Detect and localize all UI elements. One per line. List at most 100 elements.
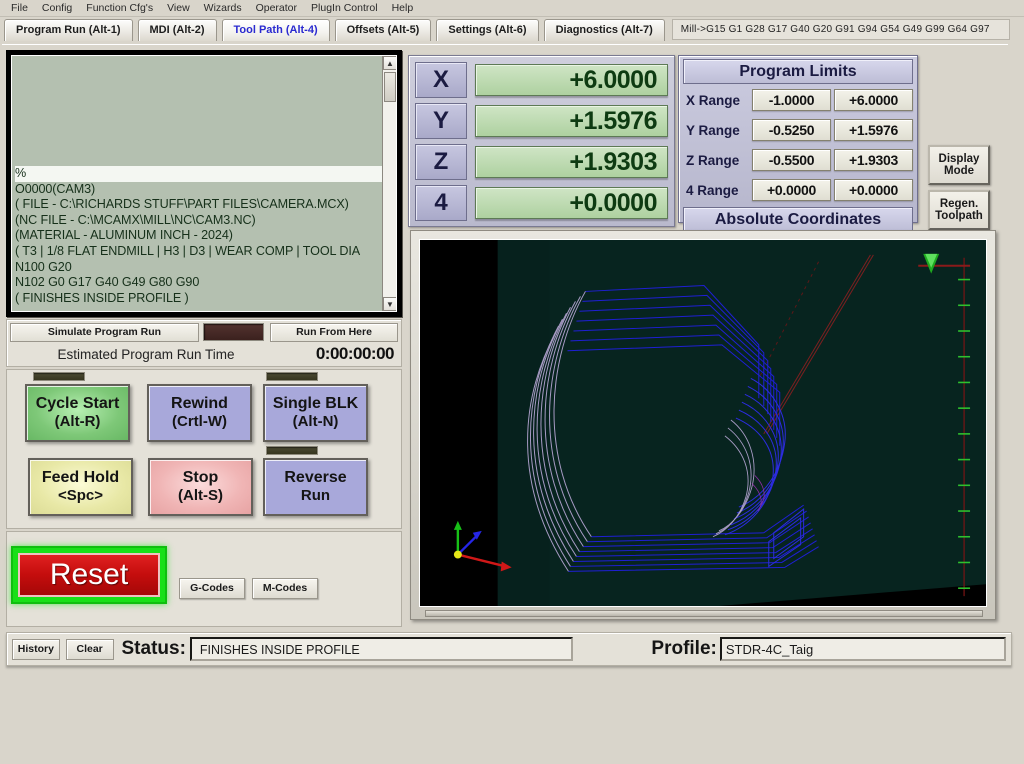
program-limits-panel: Program Limits X Range -1.0000 +6.0000 Y… — [678, 55, 918, 232]
cycle-start-button[interactable]: Cycle Start (Alt-R) — [25, 384, 130, 442]
tab-tool-path[interactable]: Tool Path (Alt-4) — [221, 19, 330, 41]
display-mode-button[interactable]: Display Mode — [928, 145, 990, 185]
menu-item-wizards[interactable]: Wizards — [197, 0, 249, 16]
simulate-runtime-panel: Simulate Program Run Run From Here Estim… — [6, 319, 402, 367]
single-blk-shortcut: (Alt-N) — [292, 413, 339, 430]
gcode-modal-status-line: Mill->G15 G1 G28 G17 G40 G20 G91 G94 G54… — [671, 19, 1010, 40]
single-blk-label: Single BLK — [272, 395, 359, 412]
dro-value-4[interactable]: +0.0000 — [475, 186, 668, 219]
limits-max-4[interactable]: +0.0000 — [834, 179, 913, 201]
feed-hold-label: Feed Hold — [41, 469, 120, 486]
limits-min-z[interactable]: -0.5500 — [752, 149, 831, 171]
gcode-line[interactable]: O0000(CAM3) — [15, 182, 382, 198]
limits-label-z: Z Range — [686, 152, 740, 168]
tab-settings[interactable]: Settings (Alt-6) — [436, 19, 539, 41]
scroll-up-arrow-icon[interactable]: ▲ — [383, 56, 396, 70]
regen-toolpath-button[interactable]: Regen. Toolpath — [928, 190, 990, 230]
feed-hold-button[interactable]: Feed Hold <Spc> — [28, 458, 133, 516]
limits-label-4: 4 Range — [686, 182, 739, 198]
tab-mdi[interactable]: MDI (Alt-2) — [137, 19, 217, 41]
limits-row-y: Y Range -0.5250 +1.5976 — [683, 116, 913, 144]
stop-shortcut: (Alt-S) — [178, 487, 223, 504]
run-from-here-led — [202, 323, 265, 341]
dro-axis-label-x: X — [415, 61, 467, 98]
gcode-line[interactable]: ( T3 | 1/8 FLAT ENDMILL | H3 | D3 | WEAR… — [15, 244, 382, 260]
gcode-display-inner: % O0000(CAM3) ( FILE - C:\RICHARDS STUFF… — [11, 55, 397, 312]
gcode-line[interactable]: N100 G20 — [15, 260, 382, 276]
dro-axis-label-z: Z — [415, 143, 467, 180]
feed-hold-shortcut: <Spc> — [57, 487, 104, 504]
profile-label: Profile: — [651, 638, 717, 659]
limits-max-z[interactable]: +1.9303 — [834, 149, 913, 171]
m-codes-button[interactable]: M-Codes — [252, 578, 318, 599]
clear-button[interactable]: Clear — [65, 638, 114, 660]
tab-bar: Program Run (Alt-1) MDI (Alt-2) Tool Pat… — [0, 19, 1024, 45]
gcode-line[interactable]: (NC FILE - C:\MCAMX\MILL\NC\CAM3.NC) — [15, 213, 382, 229]
rewind-button[interactable]: Rewind (Crtl-W) — [147, 384, 252, 442]
history-button[interactable]: History — [12, 638, 60, 660]
limits-label-x: X Range — [686, 92, 741, 108]
scrollbar-thumb[interactable] — [384, 72, 396, 102]
menu-item-operator[interactable]: Operator — [249, 0, 304, 16]
reverse-run-button[interactable]: Reverse Run — [263, 458, 368, 516]
absolute-coordinates-button[interactable]: Absolute Coordinates — [683, 207, 913, 232]
gcode-vertical-scrollbar[interactable]: ▲ ▼ — [382, 56, 396, 311]
gcode-line[interactable]: N102 G0 G17 G40 G49 G80 G90 — [15, 275, 382, 291]
tab-program-run[interactable]: Program Run (Alt-1) — [4, 19, 133, 41]
menu-item-help[interactable]: Help — [385, 0, 421, 16]
gcode-line[interactable]: ( FINISHES INSIDE PROFILE ) — [15, 291, 382, 307]
toolpath-viewport[interactable] — [419, 239, 987, 607]
limits-max-x[interactable]: +6.0000 — [834, 89, 913, 111]
estimated-run-time-label: Estimated Program Run Time — [57, 346, 235, 362]
estimated-run-time-value: 0:00:00:00 — [315, 344, 395, 363]
cycle-start-label: Cycle Start — [35, 395, 120, 412]
limits-max-y[interactable]: +1.5976 — [834, 119, 913, 141]
reverse-run-label-2: Run — [300, 487, 331, 504]
toolpath-display-frame — [410, 230, 996, 620]
dro-row-x: X +6.0000 — [415, 60, 668, 99]
reset-panel: Reset G-Codes M-Codes — [6, 531, 402, 627]
toolpath-canvas[interactable] — [420, 240, 986, 606]
scroll-down-arrow-icon[interactable]: ▼ — [383, 297, 396, 311]
limits-min-x[interactable]: -1.0000 — [752, 89, 831, 111]
menu-item-config[interactable]: Config — [35, 0, 79, 16]
menu-item-file[interactable]: File — [4, 0, 35, 16]
limits-row-x: X Range -1.0000 +6.0000 — [683, 86, 913, 114]
simulate-program-run-button[interactable]: Simulate Program Run — [10, 322, 199, 342]
stop-label: Stop — [182, 469, 219, 486]
gcode-line-list[interactable]: % O0000(CAM3) ( FILE - C:\RICHARDS STUFF… — [12, 166, 382, 311]
gcode-line[interactable]: (MATERIAL - ALUMINUM INCH - 2024) — [15, 228, 382, 244]
dro-row-a: 4 +0.0000 — [415, 183, 668, 222]
menu-item-function-cfgs[interactable]: Function Cfg's — [79, 0, 160, 16]
menu-bar: File Config Function Cfg's View Wizards … — [0, 0, 1024, 17]
limits-row-4: 4 Range +0.0000 +0.0000 — [683, 176, 913, 204]
single-blk-button[interactable]: Single BLK (Alt-N) — [263, 384, 368, 442]
gcode-display-panel: % O0000(CAM3) ( FILE - C:\RICHARDS STUFF… — [6, 50, 402, 317]
tab-diagnostics[interactable]: Diagnostics (Alt-7) — [543, 19, 665, 41]
menu-item-view[interactable]: View — [160, 0, 197, 16]
dro-axis-label-y: Y — [415, 102, 467, 139]
gcode-line[interactable]: % — [15, 166, 382, 182]
g-codes-button[interactable]: G-Codes — [179, 578, 245, 599]
reverse-run-label: Reverse — [284, 469, 347, 486]
dro-row-z: Z +1.9303 — [415, 142, 668, 181]
dro-value-y[interactable]: +1.5976 — [475, 104, 668, 137]
mach3-window: File Config Function Cfg's View Wizards … — [0, 0, 1024, 764]
limits-min-4[interactable]: +0.0000 — [752, 179, 831, 201]
run-from-here-button[interactable]: Run From Here — [270, 322, 398, 342]
runtime-row: Estimated Program Run Time 0:00:00:00 — [7, 342, 401, 366]
dro-value-z[interactable]: +1.9303 — [475, 145, 668, 178]
gcode-line[interactable]: ( FILE - C:\RICHARDS STUFF\PART FILES\CA… — [15, 197, 382, 213]
program-limits-title: Program Limits — [683, 59, 913, 84]
reset-button[interactable]: Reset — [18, 553, 160, 597]
toolpath-bottom-handle[interactable] — [425, 610, 983, 617]
cycle-start-shortcut: (Alt-R) — [54, 413, 101, 430]
tab-offsets[interactable]: Offsets (Alt-5) — [334, 19, 432, 41]
limits-min-y[interactable]: -0.5250 — [752, 119, 831, 141]
stop-button[interactable]: Stop (Alt-S) — [148, 458, 253, 516]
dro-value-x[interactable]: +6.0000 — [475, 63, 668, 96]
menu-item-plugin-control[interactable]: PlugIn Control — [304, 0, 385, 16]
limits-row-z: Z Range -0.5500 +1.9303 — [683, 146, 913, 174]
reverse-run-led — [266, 446, 318, 455]
status-bar: History Clear Status: FINISHES INSIDE PR… — [6, 632, 1012, 666]
